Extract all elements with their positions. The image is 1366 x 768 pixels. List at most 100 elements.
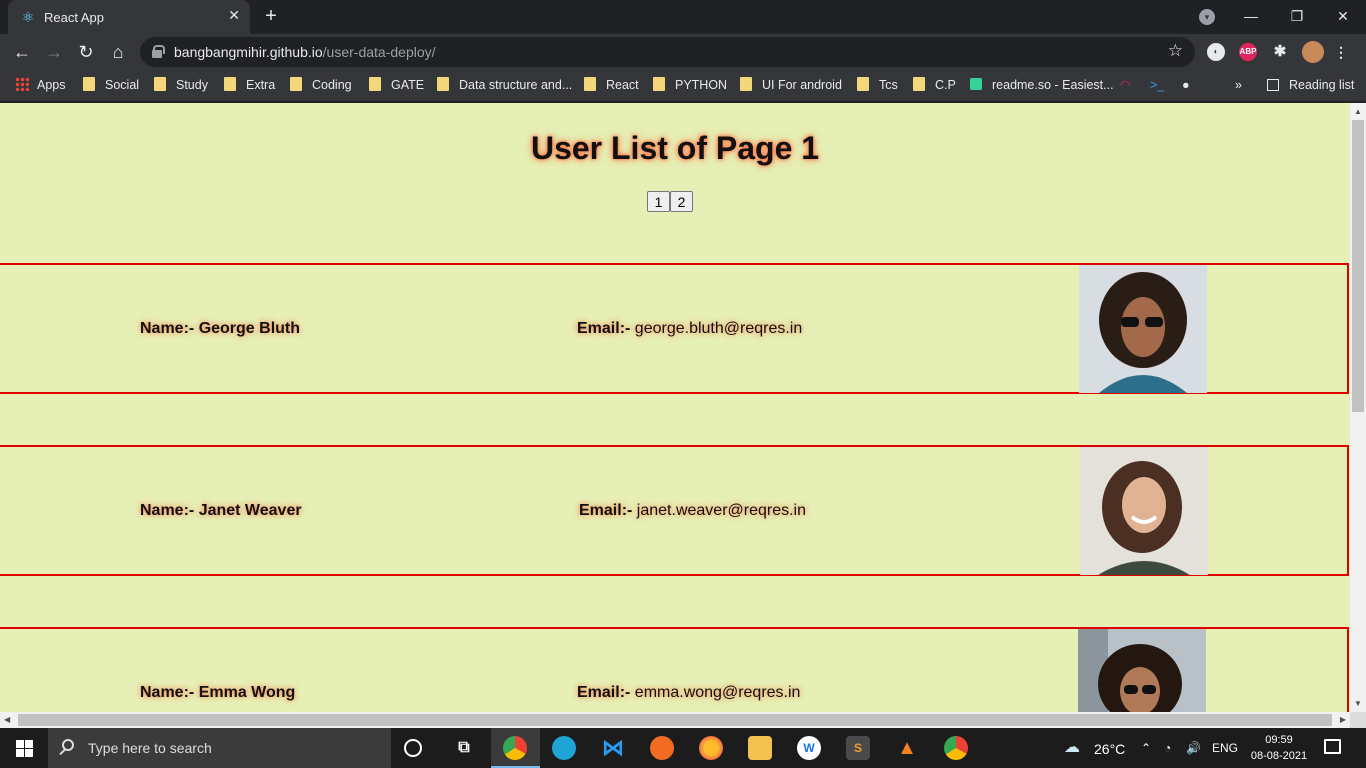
reading-list-icon (1267, 79, 1279, 91)
address-bar[interactable]: bangbangmihir.github.io/user-data-deploy… (140, 37, 1195, 67)
user-name: Name:- Emma Wong (140, 684, 296, 701)
reload-icon[interactable]: ↻ (74, 40, 98, 64)
avatar (1079, 265, 1207, 393)
page-viewport: User List of Page 1 12 Name:- George Blu… (0, 103, 1350, 712)
bookmark-folder[interactable]: C.P (913, 77, 956, 95)
profile-avatar[interactable] (1302, 41, 1324, 63)
horizontal-scroll-thumb[interactable] (18, 714, 1332, 726)
folder-icon (83, 77, 95, 91)
page-2-button[interactable]: 2 (670, 191, 693, 212)
scrollbar-corner (1350, 712, 1366, 728)
folder-icon (857, 77, 869, 91)
tab-strip: ⚛ React App ✕ + ▾ — ❐ ✕ (0, 0, 1366, 34)
folder-icon (154, 77, 166, 91)
bookmark-folder[interactable]: Tcs (857, 77, 898, 95)
weather-icon[interactable]: ☁ (1064, 737, 1080, 757)
github-icon[interactable]: ● (1182, 77, 1190, 95)
bookmarks-overflow-button[interactable]: » (1235, 77, 1242, 95)
scroll-right-icon[interactable]: ▶ (1340, 715, 1346, 724)
bookmark-folder[interactable]: PYTHON (653, 77, 727, 95)
reading-list-button[interactable]: Reading list (1267, 77, 1354, 95)
folder-icon (224, 77, 236, 91)
windows-start-icon[interactable] (0, 728, 48, 768)
folder-icon (584, 77, 596, 91)
bookmark-readme[interactable]: readme.so - Easiest... (970, 77, 1114, 95)
chrome-icon[interactable] (503, 736, 527, 760)
tab-search-icon[interactable]: ▾ (1199, 9, 1215, 25)
restore-button[interactable]: ❐ (1274, 0, 1320, 32)
bookmark-folder[interactable]: GATE (369, 77, 424, 95)
vertical-scroll-thumb[interactable] (1352, 120, 1364, 412)
file-explorer-icon[interactable] (748, 736, 772, 760)
apps-grid-icon (15, 77, 29, 91)
vlc-icon[interactable]: ▲ (895, 736, 919, 760)
user-email: Email:- emma.wong@reqres.in (577, 684, 801, 701)
menu-icon[interactable]: ⋮ (1332, 43, 1350, 61)
minimize-button[interactable]: — (1228, 0, 1274, 32)
scroll-left-icon[interactable]: ◀ (4, 715, 10, 724)
vscode-icon[interactable]: ⋈ (601, 736, 625, 760)
horizontal-scrollbar[interactable]: ◀ ▶ (0, 712, 1350, 728)
bookmark-apps[interactable]: Apps (15, 77, 66, 95)
user-email: Email:- george.bluth@reqres.in (577, 320, 803, 337)
terminal-icon[interactable]: >_ (1150, 77, 1164, 95)
adblock-plus-icon[interactable]: ABP (1239, 43, 1257, 61)
react-icon: ⚛ (21, 9, 35, 25)
edge-icon[interactable] (552, 736, 576, 760)
bookmark-folder[interactable]: Study (154, 77, 208, 95)
scroll-up-icon[interactable]: ▲ (1354, 107, 1362, 116)
language-indicator[interactable]: ENG (1212, 741, 1238, 755)
new-tab-button[interactable]: + (260, 4, 282, 28)
bookmark-folder[interactable]: Data structure and... (437, 77, 572, 95)
browser-toolbar: ← → ↻ ⌂ bangbangmihir.github.io/user-dat… (0, 34, 1366, 70)
tab-title: React App (44, 10, 104, 25)
chrome-profile-icon[interactable] (944, 736, 968, 760)
scroll-down-icon[interactable]: ▼ (1354, 699, 1362, 708)
avatar (1078, 629, 1206, 712)
word-icon[interactable]: W (797, 736, 821, 760)
back-icon[interactable]: ← (10, 40, 34, 64)
bookmark-folder[interactable]: UI For android (740, 77, 842, 95)
sublime-text-icon[interactable]: S (846, 736, 870, 760)
cortana-icon[interactable] (404, 739, 422, 757)
folder-icon (290, 77, 302, 91)
wifi-icon[interactable]: ◔ (1164, 741, 1171, 755)
postman-icon[interactable] (650, 736, 674, 760)
folder-icon (653, 77, 665, 91)
forward-icon[interactable]: → (42, 40, 66, 64)
task-view-icon[interactable]: ⧉ (452, 736, 476, 760)
pagination: 12 (647, 191, 693, 212)
search-icon (62, 739, 74, 751)
user-name: Name:- Janet Weaver (140, 502, 302, 519)
speedometer-icon[interactable]: ◠ (1120, 77, 1131, 95)
notification-icon[interactable] (1324, 739, 1341, 754)
taskbar-search-box[interactable]: Type here to search (48, 728, 391, 768)
folder-icon (740, 77, 752, 91)
bookmark-folder[interactable]: Extra (224, 77, 275, 95)
volume-icon[interactable]: 🔊 (1186, 741, 1201, 755)
bookmark-folder[interactable]: Social (83, 77, 139, 95)
tray-chevron-icon[interactable]: ⌃ (1141, 741, 1151, 755)
lock-icon (152, 45, 165, 58)
tab-react-app[interactable]: ⚛ React App ✕ (8, 0, 250, 34)
bookmark-star-icon[interactable]: ☆ (1168, 41, 1183, 61)
user-card: Name:- Emma Wong Email:- emma.wong@reqre… (0, 627, 1349, 712)
user-name: Name:- George Bluth (140, 320, 301, 337)
bookmark-folder[interactable]: React (584, 77, 639, 95)
user-card: Name:- Janet Weaver Email:- janet.weaver… (0, 445, 1349, 576)
avatar (1080, 447, 1208, 575)
close-window-button[interactable]: ✕ (1320, 0, 1366, 32)
extension-icon[interactable]: ◐ (1207, 43, 1225, 61)
home-icon[interactable]: ⌂ (106, 40, 130, 64)
url-text: bangbangmihir.github.io/user-data-deploy… (174, 44, 436, 60)
extensions-puzzle-icon[interactable]: ✱ (1271, 43, 1289, 61)
clock[interactable]: 09:59 08-08-2021 (1249, 732, 1309, 764)
close-tab-icon[interactable]: ✕ (228, 7, 240, 24)
folder-icon (437, 77, 449, 91)
firefox-icon[interactable] (699, 736, 723, 760)
vertical-scrollbar[interactable]: ▲ ▼ (1350, 103, 1366, 712)
bookmarks-bar: Apps Social Study Extra Coding GATE Data… (0, 70, 1366, 102)
bookmark-folder[interactable]: Coding (290, 77, 352, 95)
weather-temp[interactable]: 26°C (1094, 741, 1125, 757)
page-1-button[interactable]: 1 (647, 191, 670, 212)
